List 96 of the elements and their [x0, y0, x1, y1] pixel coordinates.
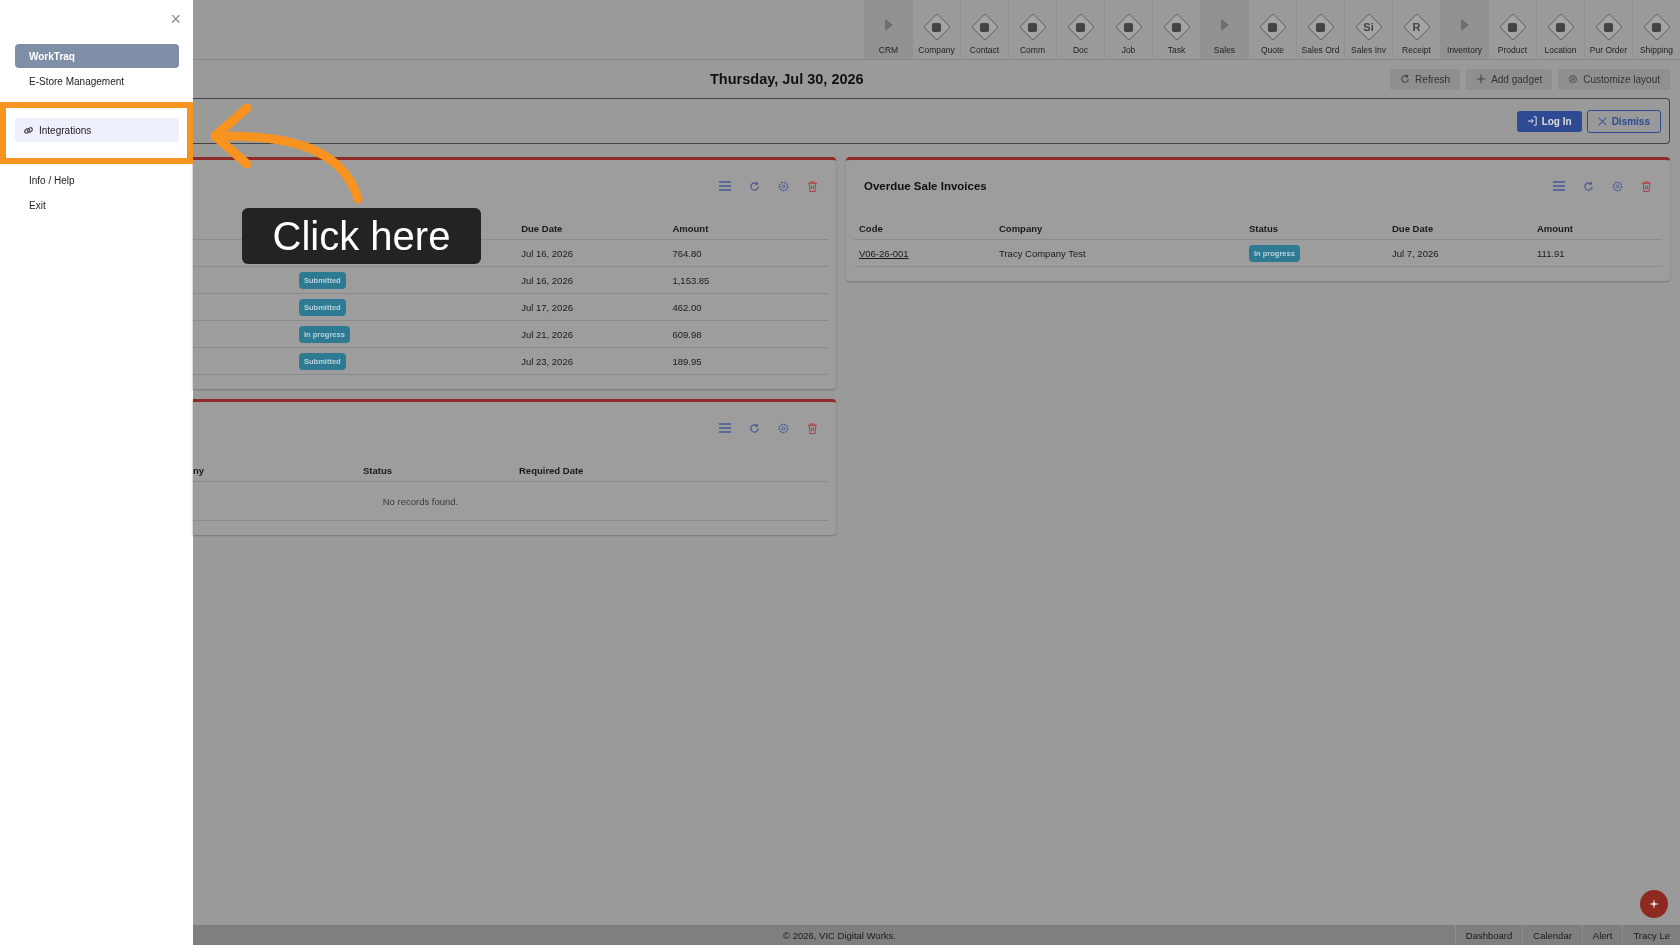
settings-icon — [1568, 74, 1579, 84]
table-cell: Jul 16, 2026 — [521, 239, 673, 267]
diamond-icon — [1068, 15, 1093, 39]
sidebar-item[interactable]: Integrations — [15, 118, 179, 142]
toolbar-group[interactable]: CRM — [864, 0, 912, 59]
diamond-icon — [1116, 15, 1141, 39]
table-cell: 609.98 — [672, 320, 828, 348]
click-callout: Click here — [242, 208, 481, 264]
diamond-icon — [1020, 15, 1045, 39]
sidebar-item[interactable]: E-Store Management — [15, 69, 179, 93]
menu-icon[interactable] — [719, 423, 731, 433]
toolbar-button[interactable]: Shipping — [1632, 0, 1680, 59]
column-header: Amount — [672, 218, 828, 240]
sidebar-item[interactable]: WorkTraq — [15, 44, 179, 68]
diamond-icon — [1164, 15, 1189, 39]
caret-icon — [884, 19, 893, 31]
column-header: Required Date — [519, 460, 828, 482]
menu-icon[interactable] — [719, 181, 731, 191]
table-cell: Tracy Company Test — [999, 239, 1249, 267]
copyright-text: © 2026, VIC Digital Works. — [783, 929, 896, 941]
column-header: ny — [193, 460, 363, 482]
refresh-icon[interactable] — [749, 422, 760, 434]
dismiss-button[interactable]: Dismiss — [1586, 109, 1661, 133]
footer-link[interactable]: Tracy Le — [1622, 925, 1680, 945]
menu-icon[interactable] — [1553, 181, 1565, 191]
diamond-icon — [972, 15, 997, 39]
table-cell: Jul 17, 2026 — [521, 293, 673, 321]
diamond-icon — [1644, 15, 1669, 39]
toolbar-button[interactable]: Doc — [1056, 0, 1104, 59]
toolbar-button[interactable]: Contact — [960, 0, 1008, 59]
column-header: Due Date — [521, 218, 673, 240]
toolbar-button[interactable]: Location — [1536, 0, 1584, 59]
table-cell: Jul 16, 2026 — [521, 266, 673, 294]
diamond-icon — [1500, 15, 1525, 39]
diamond-icon — [924, 15, 949, 39]
toolbar-button[interactable]: Pur Order — [1584, 0, 1632, 59]
date-heading: Thursday, Jul 30, 2026 — [710, 71, 864, 87]
table-cell: 111.91 — [1537, 239, 1662, 267]
table-cell: Jul 23, 2026 — [521, 347, 673, 375]
diamond-icon — [1596, 15, 1621, 39]
toolbar-button[interactable]: Sales Ord — [1296, 0, 1344, 59]
table-cell: 189.95 — [672, 347, 828, 375]
close-icon — [1597, 116, 1607, 126]
toolbar-button[interactable]: Comm — [1008, 0, 1056, 59]
close-button[interactable]: × — [170, 10, 181, 28]
refresh-icon — [1400, 74, 1411, 84]
settings-icon[interactable] — [778, 422, 789, 434]
login-icon — [1526, 116, 1537, 126]
footer-link[interactable]: Calendar — [1522, 925, 1582, 945]
toolbar-button[interactable]: Job — [1104, 0, 1152, 59]
plus-icon — [1476, 74, 1487, 84]
column-header: Due Date — [1392, 218, 1537, 240]
table-cell: 462.00 — [672, 293, 828, 321]
column-header: Amount — [1537, 218, 1662, 240]
card-title: Overdue Sale Invoices — [864, 180, 987, 192]
header-button[interactable]: Add gadget — [1466, 68, 1553, 90]
invoice-link[interactable]: V06-26-001 — [859, 247, 909, 259]
link-icon — [23, 124, 34, 136]
column-header: Status — [1249, 218, 1392, 240]
header-button[interactable]: Refresh — [1390, 68, 1461, 90]
table-cell: 764.80 — [672, 239, 828, 267]
login-button[interactable]: Log In — [1516, 110, 1582, 132]
empty-message: No records found. — [382, 495, 459, 507]
table-cell: Jul 21, 2026 — [521, 320, 673, 348]
sidebar-item[interactable]: Exit — [15, 193, 179, 217]
assistant-button[interactable] — [1640, 890, 1668, 918]
header-button[interactable]: Customize layout — [1558, 68, 1670, 90]
footer-link[interactable]: Dashboard — [1454, 925, 1523, 945]
toolbar-button[interactable]: Product — [1488, 0, 1536, 59]
toolbar-button[interactable]: Quote — [1248, 0, 1296, 59]
trash-icon[interactable] — [807, 422, 818, 434]
toolbar-button[interactable]: R Receipt — [1392, 0, 1440, 59]
settings-icon[interactable] — [1612, 180, 1623, 192]
column-header: Company — [999, 218, 1249, 240]
refresh-icon[interactable] — [749, 180, 760, 192]
toolbar-group[interactable]: Inventory — [1440, 0, 1488, 59]
footer-link[interactable]: Alert — [1581, 925, 1623, 945]
trash-icon[interactable] — [1641, 180, 1652, 192]
caret-icon — [1460, 19, 1469, 31]
table-cell: 1,153.85 — [672, 266, 828, 294]
column-header: Code — [854, 218, 999, 240]
settings-icon[interactable] — [778, 180, 789, 192]
trash-icon[interactable] — [807, 180, 818, 192]
sparkle-icon — [1648, 898, 1660, 910]
table-cell: Jul 7, 2026 — [1392, 239, 1537, 267]
toolbar-button[interactable]: Company — [912, 0, 960, 59]
diamond-icon — [1260, 15, 1285, 39]
diamond-icon — [1548, 15, 1573, 39]
toolbar-button[interactable]: Si Sales Inv — [1344, 0, 1392, 59]
column-header: Status — [363, 460, 519, 482]
sidebar-item[interactable]: Info / Help — [15, 168, 179, 192]
refresh-icon[interactable] — [1583, 180, 1594, 192]
caret-icon — [1220, 19, 1229, 31]
toolbar-button[interactable]: Task — [1152, 0, 1200, 59]
toolbar-group[interactable]: Sales — [1200, 0, 1248, 59]
diamond-icon — [1308, 15, 1333, 39]
